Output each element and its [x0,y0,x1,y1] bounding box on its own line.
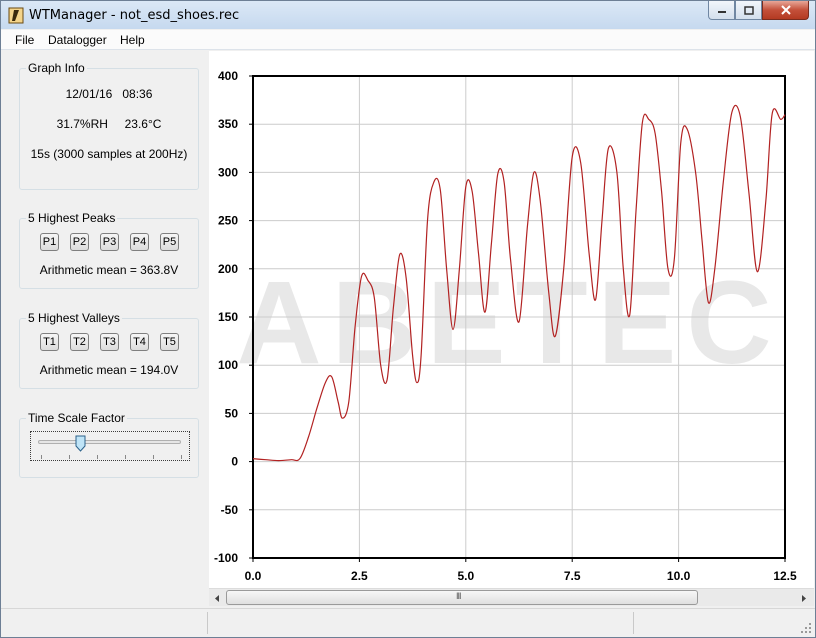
valleys-title: 5 Highest Valleys [26,311,122,325]
window-title: WTManager - not_esd_shoes.rec [29,8,240,23]
status-separator [633,612,634,634]
plot-area: ABETEC 400 350 300 250 200 150 100 50 0 -50 -100 0.… [209,51,814,588]
valleys-group: 5 Highest Valleys T1 T2 T3 T4 T5 Arithme… [19,311,199,389]
peak-button-4[interactable]: P4 [130,233,149,251]
chart-grid [252,75,786,559]
status-bar [1,608,815,637]
x-tick-label: 10.0 [667,569,691,583]
y-tick-label: -50 [221,503,239,517]
y-tick-label: 400 [218,69,238,83]
peaks-group: 5 Highest Peaks P1 P2 P3 P4 P5 Arithmeti… [19,211,199,289]
voltage-chart: ABETEC 400 350 300 250 200 150 100 50 0 -50 -100 0.… [214,69,797,583]
valley-button-5[interactable]: T5 [160,333,179,351]
x-tick-label: 2.5 [351,569,368,583]
graph-info-title: Graph Info [26,61,87,75]
slider-tick [41,455,42,459]
duration-text: 15s (3000 samples at 200Hz) [30,147,188,161]
valley-button-3[interactable]: T3 [100,333,119,351]
peak-button-2[interactable]: P2 [70,233,89,251]
y-tick-label: 0 [231,455,238,469]
app-window: WTManager - not_esd_shoes.rec File Datal… [0,0,816,638]
x-tick-label: 12.5 [773,569,797,583]
scroll-right-button[interactable] [796,591,812,605]
title-bar[interactable]: WTManager - not_esd_shoes.rec [1,1,815,29]
maximize-icon [743,5,754,15]
slider-tick [125,455,126,459]
x-tick-label: 5.0 [457,569,474,583]
slider-tick [153,455,154,459]
status-separator [207,612,208,634]
scroll-grip: III [456,591,461,601]
y-tick-label: 300 [218,165,238,179]
menu-help[interactable]: Help [120,33,145,47]
minimize-icon [717,11,726,13]
temperature-value: 23.6°C [124,117,162,131]
time-scale-slider[interactable] [30,431,190,461]
graph-info-group: Graph Info 12/01/16 08:36 31.7%RH 23.6°C… [19,61,199,190]
record-time: 08:36 [122,87,153,101]
peaks-mean: Arithmetic mean = 363.8V [39,263,179,277]
watermark: ABETEC [236,257,781,389]
horizontal-scrollbar[interactable]: III [209,588,814,606]
peaks-title: 5 Highest Peaks [26,211,118,225]
y-tick-label: 200 [218,262,238,276]
maximize-button[interactable] [735,1,762,20]
y-tick-label: -100 [214,551,238,565]
close-button[interactable] [762,1,809,20]
y-tick-label: 350 [218,117,238,131]
y-tick-label: 50 [225,406,239,420]
peak-button-3[interactable]: P3 [100,233,119,251]
x-tick-label: 7.5 [564,569,581,583]
valley-button-4[interactable]: T4 [130,333,149,351]
menu-datalogger[interactable]: Datalogger [48,33,107,47]
valleys-mean: Arithmetic mean = 194.0V [39,363,179,377]
record-date: 12/01/16 [65,87,113,101]
y-tick-label: 250 [218,214,238,228]
slider-thumb[interactable] [75,435,86,452]
slider-tick [181,455,182,459]
scroll-left-button[interactable] [209,591,225,605]
menu-file[interactable]: File [15,33,34,47]
x-tick-label: 0.0 [245,569,262,583]
climate-line: 31.7%RH 23.6°C [20,117,198,131]
time-scale-title: Time Scale Factor [26,411,127,425]
arrow-left-icon [215,594,219,602]
humidity-value: 31.7%RH [56,117,108,131]
peak-button-1[interactable]: P1 [40,233,59,251]
y-tick-label: 100 [218,358,238,372]
close-icon [780,5,791,15]
date-time-line: 12/01/16 08:36 [20,87,198,101]
time-scale-group: Time Scale Factor [19,411,199,478]
slider-tick [97,455,98,459]
minimize-button[interactable] [708,1,735,20]
slider-track [38,440,181,444]
slider-tick [69,455,70,459]
app-icon [8,7,24,24]
peak-button-5[interactable]: P5 [160,233,179,251]
arrow-right-icon [802,594,806,602]
window-controls [708,1,809,21]
left-panel: Graph Info 12/01/16 08:36 31.7%RH 23.6°C… [1,51,208,608]
valley-button-2[interactable]: T2 [70,333,89,351]
valley-button-1[interactable]: T1 [40,333,59,351]
resize-grip-icon[interactable] [800,622,812,634]
menu-bar: File Datalogger Help [1,30,815,50]
y-tick-label: 150 [218,310,238,324]
scroll-thumb[interactable]: III [226,590,698,605]
